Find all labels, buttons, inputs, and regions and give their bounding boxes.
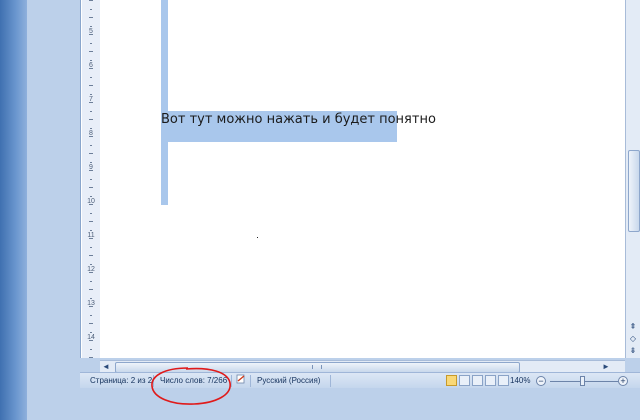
word-count-status[interactable]: Число слов: 7/266 bbox=[160, 376, 227, 385]
full-screen-reading-view-button[interactable] bbox=[459, 375, 470, 386]
window-bottom bbox=[80, 388, 640, 420]
status-bar: Страница: 2 из 2 Число слов: 7/266 Русск… bbox=[80, 372, 640, 389]
ruler-number: 12 bbox=[87, 266, 95, 273]
ruler-tick bbox=[90, 42, 92, 44]
ruler-number: 13 bbox=[87, 300, 95, 307]
browse-object-icon[interactable]: ◇ bbox=[628, 334, 638, 344]
ruler-tick bbox=[90, 348, 92, 350]
ruler-number: 5 bbox=[89, 28, 93, 35]
ruler-number: 10 bbox=[87, 198, 95, 205]
next-page-icon[interactable]: ⇟ bbox=[628, 346, 638, 356]
zoom-in-button[interactable]: + bbox=[618, 376, 628, 386]
proofing-icon[interactable] bbox=[236, 374, 246, 384]
scroll-grip-icon bbox=[312, 365, 322, 369]
ruler-tick bbox=[89, 85, 93, 86]
ruler-tick bbox=[90, 178, 92, 180]
ruler-number: 6 bbox=[89, 62, 93, 69]
ruler-tick bbox=[90, 331, 92, 333]
cursor-dot bbox=[257, 237, 258, 238]
vertical-scroll-thumb[interactable] bbox=[628, 150, 640, 232]
ruler-tick bbox=[89, 153, 93, 154]
prev-page-icon[interactable]: ⇞ bbox=[628, 322, 638, 332]
ruler-number: 9 bbox=[89, 164, 93, 171]
status-separator bbox=[330, 375, 331, 387]
ruler-tick bbox=[89, 357, 93, 358]
outline-view-button[interactable] bbox=[485, 375, 496, 386]
ruler-tick bbox=[90, 195, 92, 197]
ruler-tick bbox=[90, 8, 92, 10]
zoom-out-button[interactable]: − bbox=[536, 376, 546, 386]
page-count-status[interactable]: Страница: 2 из 2 bbox=[90, 376, 152, 385]
ruler-tick bbox=[89, 17, 93, 18]
ruler-tick bbox=[90, 59, 92, 61]
ruler-number: 8 bbox=[89, 130, 93, 137]
ruler-tick bbox=[90, 280, 92, 282]
ruler-number: 14 bbox=[87, 334, 95, 341]
status-separator bbox=[250, 375, 251, 387]
ruler-tick bbox=[90, 246, 92, 248]
ruler-tick bbox=[89, 51, 93, 52]
status-separator bbox=[231, 375, 232, 387]
web-layout-view-button[interactable] bbox=[472, 375, 483, 386]
ruler-tick bbox=[90, 297, 92, 299]
ruler-number: 11 bbox=[87, 232, 95, 239]
zoom-level[interactable]: 140% bbox=[510, 376, 530, 385]
ruler-tick bbox=[90, 161, 92, 163]
ruler-tick bbox=[90, 212, 92, 214]
window-edge bbox=[0, 0, 27, 420]
document-text-line[interactable]: Вот тут можно нажать и будет понятно bbox=[161, 112, 436, 127]
ruler-tick bbox=[89, 323, 93, 324]
print-layout-view-button[interactable] bbox=[446, 375, 457, 386]
ruler-tick bbox=[89, 255, 93, 256]
ruler-tick bbox=[89, 119, 93, 120]
ruler-tick bbox=[90, 263, 92, 265]
ruler-tick bbox=[89, 221, 93, 222]
ruler-tick bbox=[89, 187, 93, 188]
ruler-tick bbox=[89, 0, 93, 1]
language-status[interactable]: Русский (Россия) bbox=[257, 376, 320, 385]
vertical-ruler: 5 6 7 8 9 10 11 12 13 14 bbox=[82, 0, 101, 358]
ruler-tick bbox=[90, 229, 92, 231]
ruler-tick bbox=[89, 289, 93, 290]
ruler-tick bbox=[90, 93, 92, 95]
ruler-tick bbox=[90, 76, 92, 78]
ruler-tick bbox=[90, 127, 92, 129]
draft-view-button[interactable] bbox=[498, 375, 509, 386]
document-page[interactable] bbox=[100, 0, 625, 358]
ruler-tick bbox=[90, 25, 92, 27]
ruler-tick bbox=[90, 110, 92, 112]
ruler-tick bbox=[90, 314, 92, 316]
selection-bar bbox=[161, 0, 168, 205]
vertical-scrollbar[interactable]: ⇞ ◇ ⇟ bbox=[625, 0, 640, 358]
ruler-tick bbox=[90, 144, 92, 146]
ruler-number: 7 bbox=[89, 96, 93, 103]
status-separator bbox=[153, 375, 154, 387]
zoom-slider-thumb[interactable] bbox=[580, 376, 585, 386]
